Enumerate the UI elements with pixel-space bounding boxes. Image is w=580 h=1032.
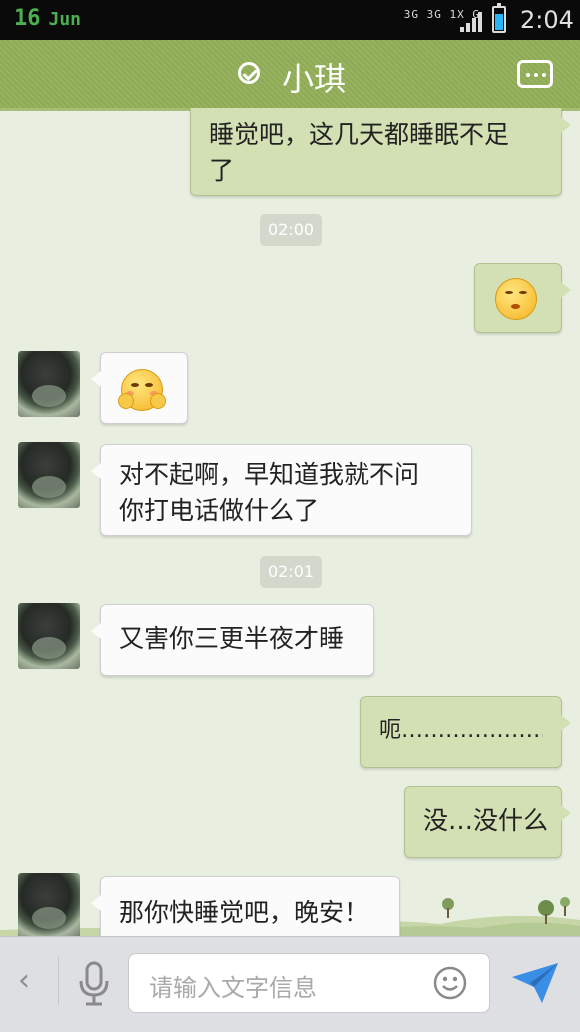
contact-name: 小琪 bbox=[282, 60, 347, 98]
message-text: 又害你三更半夜才睡 bbox=[119, 624, 345, 653]
message-list[interactable]: 睡觉吧，这几天都睡眠不足 了 02:00 对不起啊，早知道我就不问 你打电话做什… bbox=[0, 108, 580, 936]
outgoing-message-bubble[interactable]: 没…没什么 bbox=[404, 786, 571, 858]
outgoing-message-bubble[interactable]: 呃…………………… bbox=[360, 696, 571, 768]
chat-header: 小琪 bbox=[0, 40, 580, 111]
outgoing-message-bubble[interactable] bbox=[474, 263, 571, 333]
incoming-message-bubble[interactable]: 又害你三更半夜才睡 bbox=[91, 604, 374, 676]
status-day: 16 bbox=[14, 6, 41, 31]
message-input[interactable]: 请输入文字信息 bbox=[128, 953, 490, 1013]
verified-check-icon bbox=[238, 62, 260, 84]
incoming-message-bubble[interactable]: 那你快睡觉吧，晚安！ bbox=[91, 876, 400, 936]
divider bbox=[58, 957, 59, 1005]
emoji-smile-icon[interactable] bbox=[433, 966, 467, 1000]
signal-strength-icon bbox=[460, 12, 482, 32]
contact-avatar[interactable] bbox=[18, 603, 80, 669]
contact-avatar[interactable] bbox=[18, 873, 80, 936]
message-text: 呃…………………… bbox=[379, 718, 543, 743]
incoming-message-bubble[interactable]: 对不起啊，早知道我就不问 你打电话做什么了 bbox=[91, 444, 472, 536]
contact-avatar[interactable] bbox=[18, 351, 80, 417]
outgoing-message-bubble[interactable]: 睡觉吧，这几天都睡眠不足 了 bbox=[190, 108, 571, 196]
status-time: 2:04 bbox=[520, 6, 574, 34]
message-timestamp: 02:00 bbox=[260, 214, 323, 246]
contact-avatar[interactable] bbox=[18, 442, 80, 508]
chat-options-button[interactable] bbox=[517, 60, 553, 88]
message-timestamp: 02:01 bbox=[260, 556, 323, 588]
message-input-placeholder: 请输入文字信息 bbox=[149, 974, 317, 1002]
message-text: 了 bbox=[209, 156, 235, 185]
message-text: 你打电话做什么了 bbox=[119, 496, 320, 525]
message-input-bar: ‹ 请输入文字信息 bbox=[0, 936, 580, 1032]
message-text: 那你快睡觉吧，晚安！ bbox=[119, 898, 370, 927]
microphone-icon[interactable] bbox=[76, 961, 112, 1007]
message-text: 睡觉吧，这几天都睡眠不足 bbox=[209, 120, 510, 149]
status-bar: 16 Jun 3G 3G 1X G 2:04 bbox=[0, 0, 580, 40]
eye-roll-emoji-icon bbox=[495, 278, 537, 320]
message-text: 没…没什么 bbox=[423, 806, 549, 835]
send-icon[interactable] bbox=[510, 961, 560, 1005]
shy-emoji-icon bbox=[118, 369, 166, 411]
status-month: Jun bbox=[48, 9, 82, 30]
chevron-left-icon[interactable]: ‹ bbox=[18, 963, 30, 998]
incoming-message-bubble[interactable] bbox=[91, 352, 188, 424]
battery-icon bbox=[492, 3, 506, 33]
status-date: 16 Jun bbox=[14, 6, 81, 31]
message-text: 对不起啊，早知道我就不问 bbox=[119, 460, 420, 489]
